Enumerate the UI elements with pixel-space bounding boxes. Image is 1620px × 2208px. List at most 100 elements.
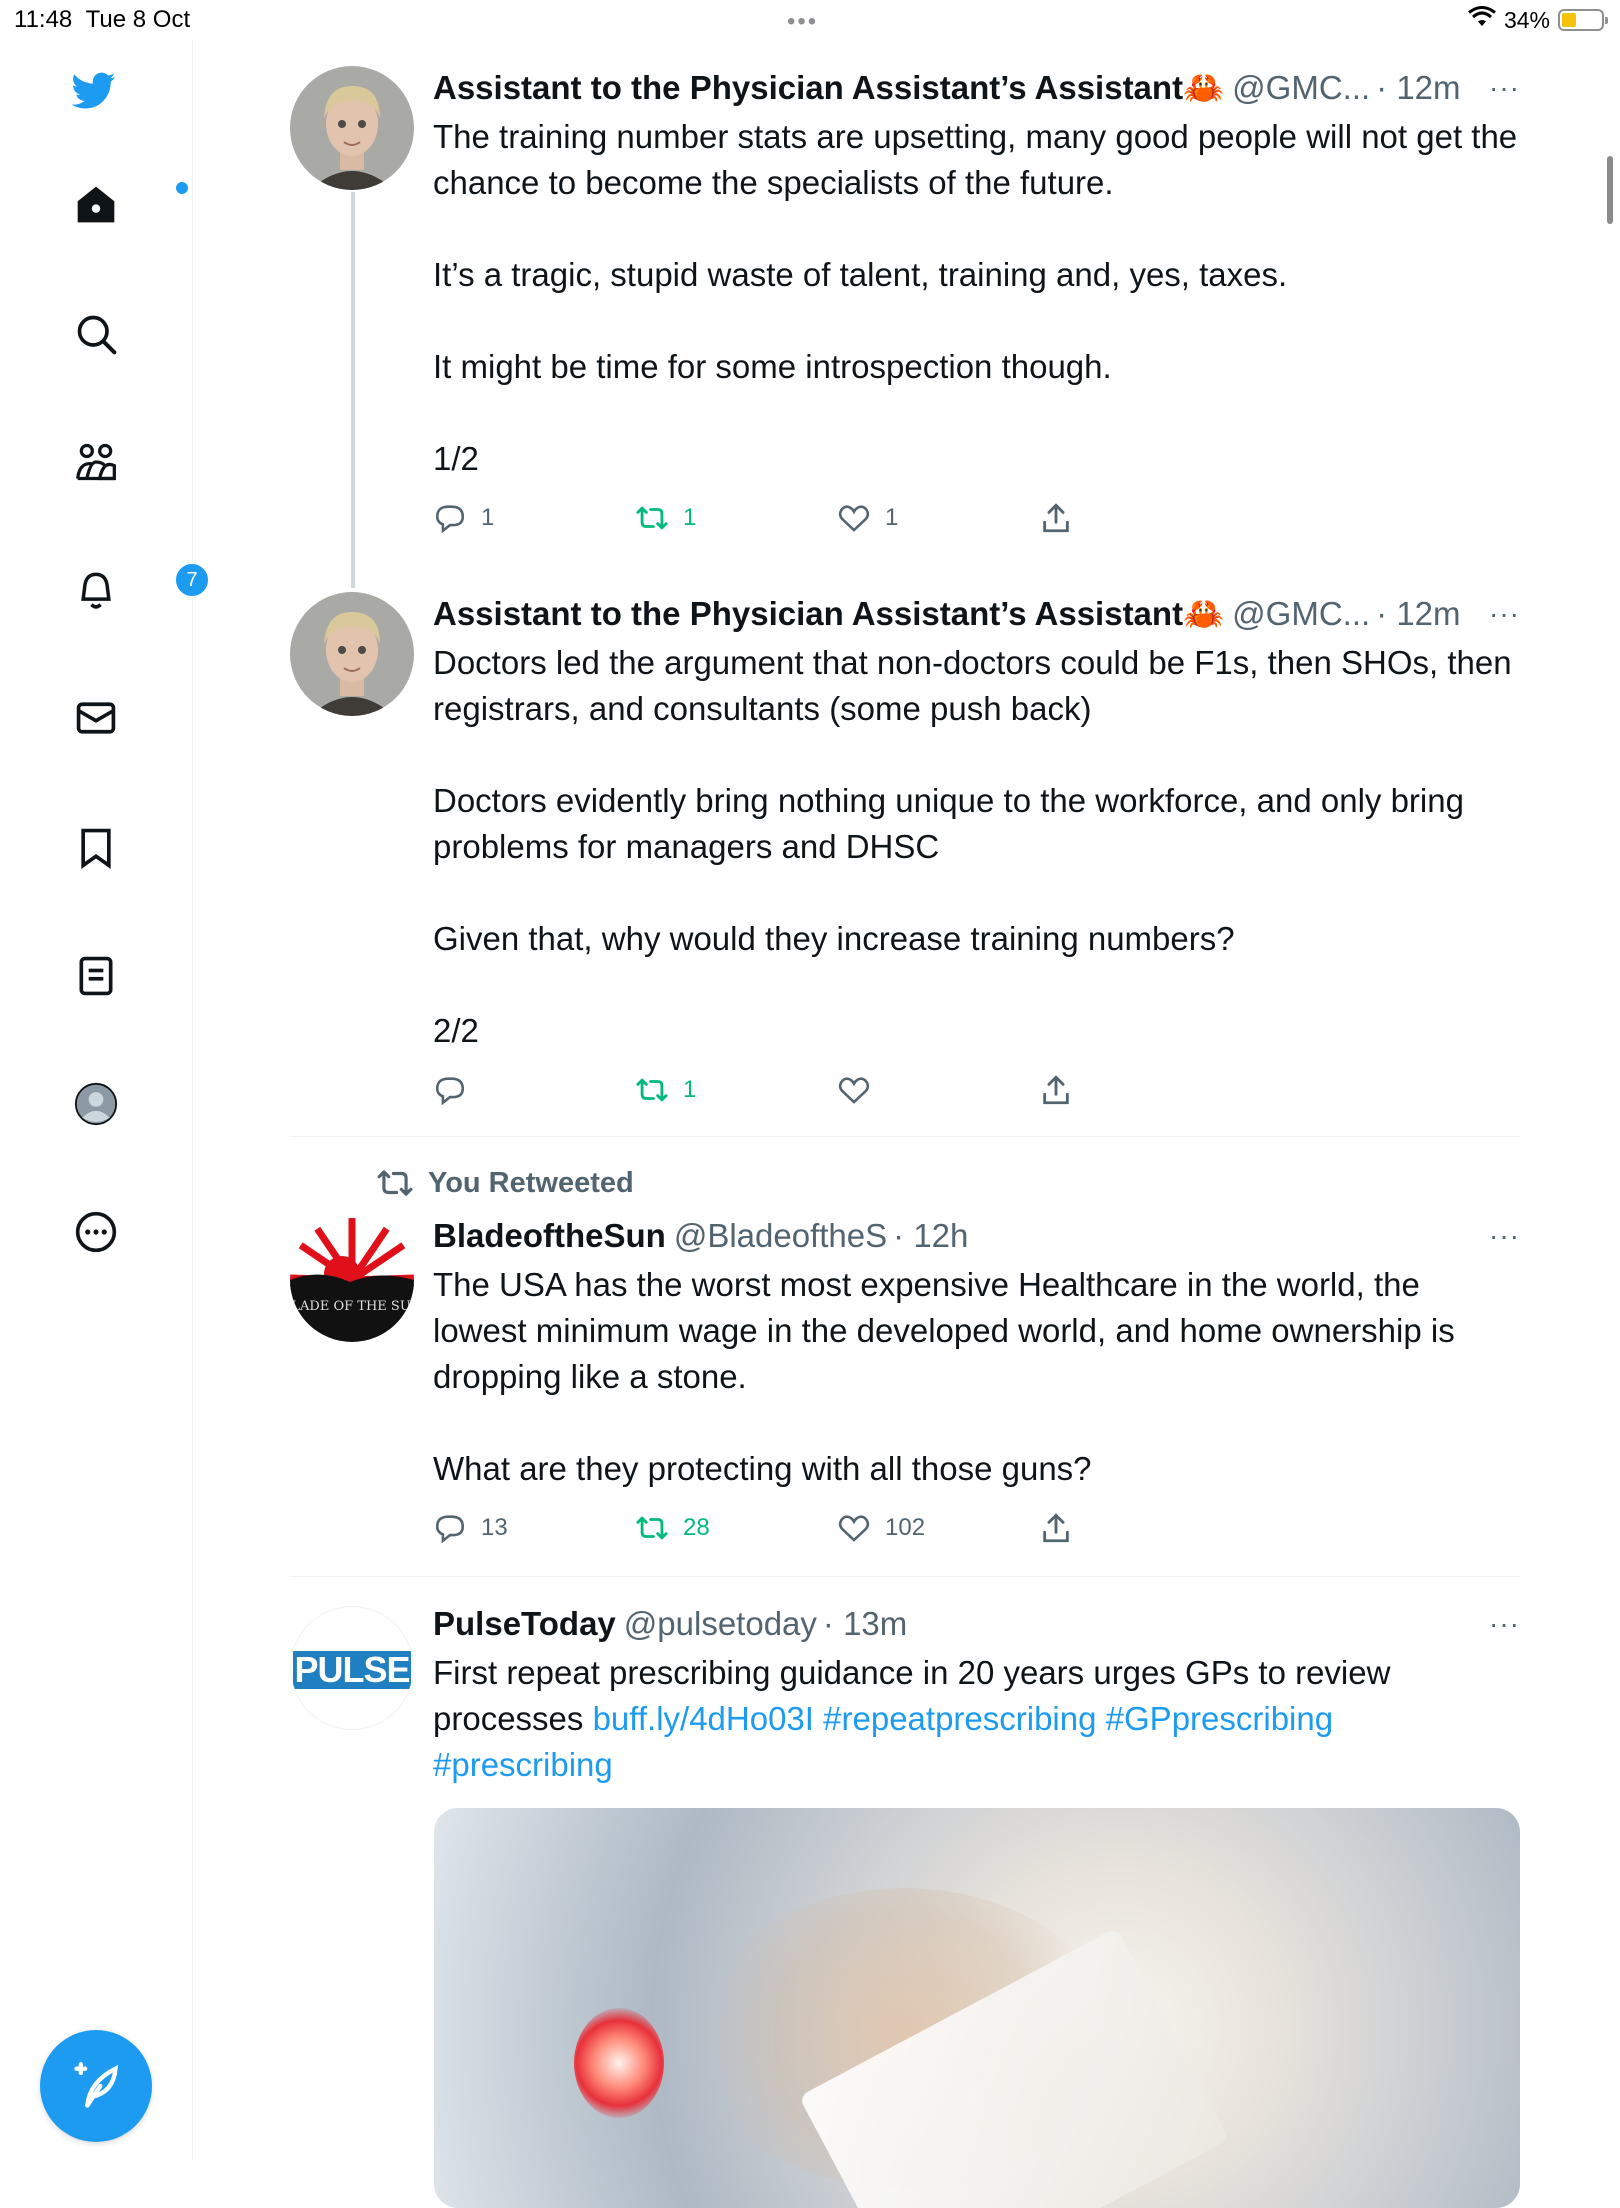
divider [290,1576,1520,1577]
author-name[interactable]: Assistant to the Physician Assistant’s A… [433,66,1183,110]
hashtag-link[interactable]: #GPprescribing [1106,1700,1333,1737]
retweet-button[interactable]: 1 [635,501,837,535]
heart-icon [838,1077,870,1104]
tweet-time[interactable]: · 12m [1376,66,1460,110]
more-options-icon[interactable]: ··· [1489,592,1520,636]
author-handle[interactable]: @GMC... [1232,66,1370,110]
like-button[interactable] [837,1073,1039,1107]
retweet-icon [636,506,668,530]
retweet-icon [377,1170,413,1196]
author-name[interactable]: PulseToday [433,1602,616,1646]
reply-icon [435,1515,465,1544]
mail-icon [76,702,116,734]
author-name[interactable]: Assistant to the Physician Assistant’s A… [433,592,1183,636]
share-button[interactable] [1039,501,1241,535]
more-options-icon[interactable]: ··· [1489,66,1520,110]
status-right: 34% [1468,6,1608,34]
battery-percent: 34% [1503,6,1550,33]
tweet-image[interactable] [434,1808,1520,2208]
reply-button[interactable] [433,1073,635,1107]
like-button[interactable]: 1 [837,501,1039,535]
search-icon [77,315,117,355]
sidebar-item-communities[interactable] [70,436,122,488]
divider [290,1136,1520,1137]
reply-button[interactable]: 1 [433,501,635,535]
more-circle-icon [75,1211,117,1253]
twitter-logo-icon[interactable] [68,64,120,116]
tweet-text: The training number stats are upsetting,… [433,118,1518,477]
sidebar-item-notifications[interactable]: 7 [70,562,210,616]
sidebar-item-explore[interactable] [70,308,122,360]
sidebar-item-lists[interactable] [70,950,122,1002]
share-icon [1043,1513,1069,1543]
reply-count: 13 [481,1514,508,1541]
tweet-time[interactable]: · 12m [1376,592,1460,636]
hashtag-link[interactable]: #repeatprescribing [823,1700,1096,1737]
reply-count: 1 [481,504,495,531]
sidebar-item-home[interactable] [70,178,188,230]
pulse-logo: PULSE [293,1649,411,1690]
home-notification-dot [176,182,188,194]
author-name[interactable]: BladeoftheSun [433,1214,666,1258]
image-light [574,2008,664,2118]
tweet[interactable]: Assistant to the Physician Assistant’s A… [290,592,1520,1112]
tweet-actions: 1 [433,1072,1520,1108]
avatar[interactable] [290,592,414,716]
share-icon [1043,1075,1069,1105]
retweet-button[interactable]: 28 [635,1511,837,1545]
tweet-header: Assistant to the Physician Assistant’s A… [433,592,1520,636]
tweet-header: Assistant to the Physician Assistant’s A… [433,66,1520,110]
retweet-count: 28 [683,1514,710,1541]
sidebar-item-bookmarks[interactable] [70,822,122,874]
tweet-text: The USA has the worst most expensive Hea… [433,1266,1455,1487]
avatar[interactable] [290,66,414,190]
scrollbar[interactable] [1607,156,1613,224]
battery-icon [1558,9,1608,31]
share-button[interactable] [1039,1511,1241,1545]
tweet-link[interactable]: buff.ly/4dHo03I [593,1700,814,1737]
retweet-button[interactable]: 1 [635,1073,837,1107]
sidebar: 7 [0,40,210,2160]
heart-icon [838,1515,870,1542]
status-bar: 11:48 Tue 8 Oct ••• 34% [0,0,1620,40]
list-icon [79,956,113,996]
avatar[interactable]: PULSE [290,1606,414,1730]
author-handle[interactable]: @pulsetoday [624,1602,817,1646]
notification-badge: 7 [174,562,210,598]
hashtag-link[interactable]: #prescribing [433,1746,613,1783]
compose-icon [74,2062,119,2108]
like-count: 102 [885,1514,926,1541]
retweet-icon [636,1516,668,1540]
reply-icon [435,1077,465,1106]
author-handle[interactable]: @GMC... [1232,592,1370,636]
bookmark-icon [81,828,111,869]
more-options-icon[interactable]: ··· [1489,1602,1520,1646]
sidebar-item-more[interactable] [70,1206,122,1258]
sidebar-item-messages[interactable] [70,692,122,744]
author-handle[interactable]: @BladeoftheS [674,1214,887,1258]
retweet-icon [636,1078,668,1102]
compose-tweet-button[interactable] [40,2030,152,2142]
like-button[interactable]: 102 [837,1511,1039,1545]
tweet-text: Doctors led the argument that non-doctor… [433,644,1512,1049]
retweet-context[interactable]: You Retweeted [376,1164,634,1202]
tweet-header: PulseToday @pulsetoday · 13m ··· [433,1602,1520,1646]
avatar[interactable]: BLADE OF THE SUN [290,1218,414,1342]
reply-button[interactable]: 13 [433,1511,635,1545]
tweet[interactable]: Assistant to the Physician Assistant’s A… [290,66,1520,536]
more-options-icon[interactable]: ··· [1489,1214,1520,1258]
tweet-time[interactable]: · 12h [893,1214,968,1258]
bell-icon [81,572,111,609]
tweet[interactable]: BLADE OF THE SUN BladeoftheSun @Bladeoft… [290,1214,1520,1554]
tweet-header: BladeoftheSun @BladeoftheS · 12h ··· [433,1214,1520,1258]
status-time: 11:48 Tue 8 Oct [14,6,191,33]
reply-icon [435,505,465,534]
tweet-time[interactable]: · 13m [823,1602,907,1646]
like-count: 1 [885,504,899,531]
sidebar-item-profile[interactable] [70,1078,122,1130]
wifi-icon [1468,6,1496,34]
tweet-actions: 13 28 102 [433,1510,1520,1546]
retweet-context-label: You Retweeted [428,1166,634,1199]
multitasking-dots[interactable]: ••• [787,8,818,36]
share-button[interactable] [1039,1073,1241,1107]
